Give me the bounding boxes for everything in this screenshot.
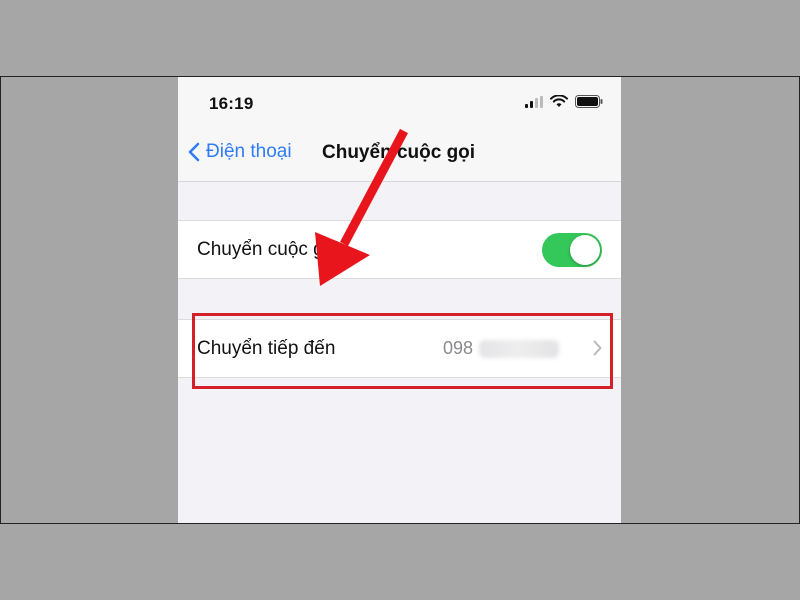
- toggle-knob: [570, 235, 600, 265]
- status-bar: 16:19: [178, 77, 621, 129]
- status-icons: [525, 95, 603, 108]
- navigation-bar: Điện thoại Chuyển cuộc gọi: [178, 129, 621, 182]
- signal-icon: [525, 95, 543, 108]
- highlight-box: [192, 313, 613, 389]
- wifi-icon: [550, 95, 568, 107]
- page-title: Chuyển cuộc gọi: [322, 142, 476, 163]
- call-forwarding-toggle[interactable]: [542, 233, 602, 267]
- chevron-left-icon: [188, 142, 200, 162]
- status-time: 16:19: [209, 94, 254, 113]
- phone-screen: 16:19 Điện thoại Chuyển cuộc gọi Chuyển …: [178, 77, 621, 523]
- call-forwarding-label: Chuyển cuộc gọi: [197, 238, 339, 260]
- call-forwarding-row: Chuyển cuộc gọi: [178, 220, 621, 279]
- battery-icon: [575, 95, 603, 108]
- back-button[interactable]: Điện thoại: [188, 141, 292, 163]
- back-button-label: Điện thoại: [206, 141, 292, 162]
